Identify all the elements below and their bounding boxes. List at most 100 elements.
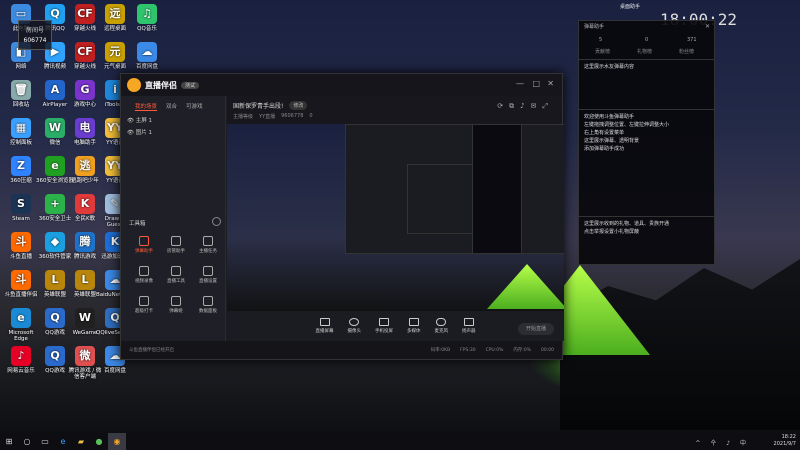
pc-assist-icon: 电 — [75, 118, 95, 138]
maximize-button[interactable]: □ — [532, 79, 540, 88]
camera-button[interactable]: 摄像头 — [348, 318, 361, 334]
desktop-icon[interactable]: 斗斗鱼直播 — [2, 232, 40, 260]
tool-item[interactable]: 弹幕姬 — [161, 296, 191, 314]
desktop-icon[interactable]: Z 360压缩 — [2, 156, 40, 184]
phone-icon — [379, 318, 389, 326]
close-button[interactable]: ✕ — [547, 79, 554, 88]
tool-item[interactable]: 数据面板 — [193, 296, 223, 314]
360-guard-icon: + — [45, 194, 65, 214]
chrome-taskbar-icon[interactable]: ● — [90, 433, 108, 450]
app-title-bar[interactable]: 直播伴侣 测试 — □ ✕ — [121, 74, 562, 96]
desktop-icon-label: 穿越火线 — [73, 26, 96, 32]
minimize-button[interactable]: — — [516, 79, 524, 88]
panel-line: 这里展示弹幕、透明背景 — [584, 138, 640, 144]
viewer-count: 0 — [309, 113, 313, 119]
system-tray-icons[interactable]: ^ 㐃 ♪ 中 — [695, 438, 750, 447]
qq-game-icon: Q — [45, 308, 65, 328]
tool-label: 数据面板 — [199, 309, 217, 314]
status-fps: FPS:30 — [460, 347, 476, 353]
live-partner-window[interactable]: 直播伴侣 测试 — □ ✕ 我的场景 双合 可游戏 👁 主屏 1 👁 图片 1 … — [120, 73, 564, 360]
desktop-icon-label: Microsoft Edge — [8, 330, 34, 342]
desktop-icon-label: 百度网盘 — [135, 64, 158, 70]
zip-icon: Z — [11, 156, 31, 176]
tool-label: 弹幕助手 — [135, 249, 153, 254]
media-button[interactable]: 多媒体 — [407, 318, 421, 334]
stage-toolbar-icons[interactable]: ⟳⧉♪✉⤢ — [497, 102, 554, 111]
desktop-icon-label: 腾讯游戏 — [73, 254, 96, 260]
tab-my-scenes[interactable]: 我的场景 — [135, 102, 158, 111]
desktop-icon-label: 360压缩 — [10, 178, 32, 184]
tool-icon — [139, 296, 149, 306]
tool-item[interactable]: 直播设置 — [193, 266, 223, 284]
desktop-icon[interactable]: ♫ QQ音乐 — [128, 4, 166, 32]
desktop-icon-label: 远程桌面 — [103, 26, 126, 32]
scene-item-main[interactable]: 👁 主屏 1 — [127, 116, 152, 124]
platform-label: YY直播 — [259, 114, 276, 120]
desktop-icon-label: 英雄联盟 — [43, 292, 66, 298]
tool-item[interactable]: 直播工具 — [161, 266, 191, 284]
tool-icon — [171, 236, 181, 246]
source-toolbar: 直播屏幕 摄像头 手机投屏 多媒体 麦克风 扬声器 — [227, 311, 564, 341]
desktop-icon[interactable]: e Microsoft Edge — [2, 308, 40, 342]
screen-capture-button[interactable]: 直播屏幕 — [316, 318, 334, 334]
desktop-icon[interactable]: ♪ 网易云音乐 — [2, 346, 40, 374]
start-button[interactable]: ⊞ — [0, 433, 18, 450]
panel-tab-fans[interactable]: 粉丝榜 — [679, 49, 694, 56]
taskbar: ⊞ ○ ▭ e ▰ ● ◉ ^ 㐃 ♪ 中 18:22 2021/9/7 — [0, 433, 800, 450]
tool-label: 主播任务 — [199, 249, 217, 254]
tool-item[interactable]: 超级打卡 — [129, 296, 159, 314]
tool-icon — [203, 266, 213, 276]
tab-dual[interactable]: 双合 — [166, 102, 177, 110]
desktop-icon-label: 网络 — [15, 64, 27, 70]
task-view-icon[interactable]: ▭ — [36, 433, 54, 450]
toolbox-toggle-icon[interactable] — [212, 217, 221, 226]
edit-title-button[interactable]: 修改 — [289, 101, 308, 110]
desktop-icon[interactable]: 斗斗鱼直播伴侣 — [2, 270, 40, 298]
panel-gift-line: 点击举报设置小礼物屏蔽 — [584, 229, 640, 235]
panel-close-icon[interactable]: ✕ — [705, 23, 710, 30]
tool-item[interactable]: 弹幕助手 — [129, 236, 159, 254]
desktop-icon[interactable]: S Steam — [2, 194, 40, 222]
tool-item[interactable]: 主播任务 — [193, 236, 223, 254]
cf-icon: CF — [75, 4, 95, 24]
explorer-taskbar-icon[interactable]: ▰ — [72, 433, 90, 450]
start-live-button[interactable]: 开始直播 — [518, 323, 554, 335]
panel-tab-contribution[interactable]: 贡献榜 — [595, 49, 610, 56]
barrage-assistant-panel[interactable]: 弹幕助手 ✕ 5 0 371 贡献榜 礼物榜 粉丝榜 这里展示水友弹幕内容 欢迎… — [578, 20, 715, 265]
tool-icon — [203, 296, 213, 306]
desktop-icon[interactable]: 🗑 回收站 — [2, 80, 40, 108]
desktop-icon[interactable]: ▦ 控制面板 — [2, 118, 40, 146]
qq-game2-icon: Q — [45, 346, 65, 366]
scene-item-image[interactable]: 👁 图片 1 — [127, 128, 152, 136]
desktop-icon-label: QQ游戏 — [45, 368, 65, 374]
eye-icon[interactable]: 👁 — [127, 118, 134, 124]
room-number: 606774 — [23, 37, 47, 44]
tool-item[interactable]: 视频录像 — [129, 266, 159, 284]
screen-capture-preview[interactable] — [227, 124, 564, 314]
desktop-icon-label: 斗鱼直播 — [9, 254, 32, 260]
steam-icon: S — [11, 194, 31, 214]
phone-cast-button[interactable]: 手机投屏 — [375, 318, 393, 334]
desktop-icon-label: 逃跑吧少年 — [71, 178, 99, 184]
baidu-pan2-icon: ☁ — [137, 42, 157, 62]
desktop-icon[interactable]: ☁ 百度网盘 — [128, 42, 166, 70]
speaker-button[interactable]: 扬声器 — [462, 318, 476, 334]
system-clock[interactable]: 18:22 2021/9/7 — [774, 434, 796, 448]
desktop-icon-label: 英雄联盟 — [73, 292, 96, 298]
tool-icon — [139, 236, 149, 246]
preview-stage: 国新保罗青手出段! 修改 主播等级 YY直播 9606778 0 ⟳⧉♪✉⤢ — [227, 96, 564, 341]
qq-music-icon: ♫ — [137, 4, 157, 24]
scene-sidebar: 我的场景 双合 可游戏 👁 主屏 1 👁 图片 1 工具箱 弹幕助手 房管助手 主播… — [121, 96, 226, 341]
tool-item[interactable]: 房管助手 — [161, 236, 191, 254]
edge-taskbar-icon[interactable]: e — [54, 433, 72, 450]
panel-tab-gifts[interactable]: 礼物榜 — [637, 49, 652, 56]
live-partner-taskbar-icon[interactable]: ◉ — [108, 433, 126, 450]
recycle-bin-icon: 🗑 — [11, 80, 31, 100]
microphone-button[interactable]: 麦克风 — [435, 318, 448, 334]
eye-icon[interactable]: 👁 — [127, 130, 134, 136]
tool-icon — [203, 236, 213, 246]
tab-game[interactable]: 可游戏 — [186, 102, 203, 110]
search-icon[interactable]: ○ — [18, 433, 36, 450]
yuanqi-icon: 元 — [105, 42, 125, 62]
room-badge: 房间号 606774 — [18, 20, 52, 50]
